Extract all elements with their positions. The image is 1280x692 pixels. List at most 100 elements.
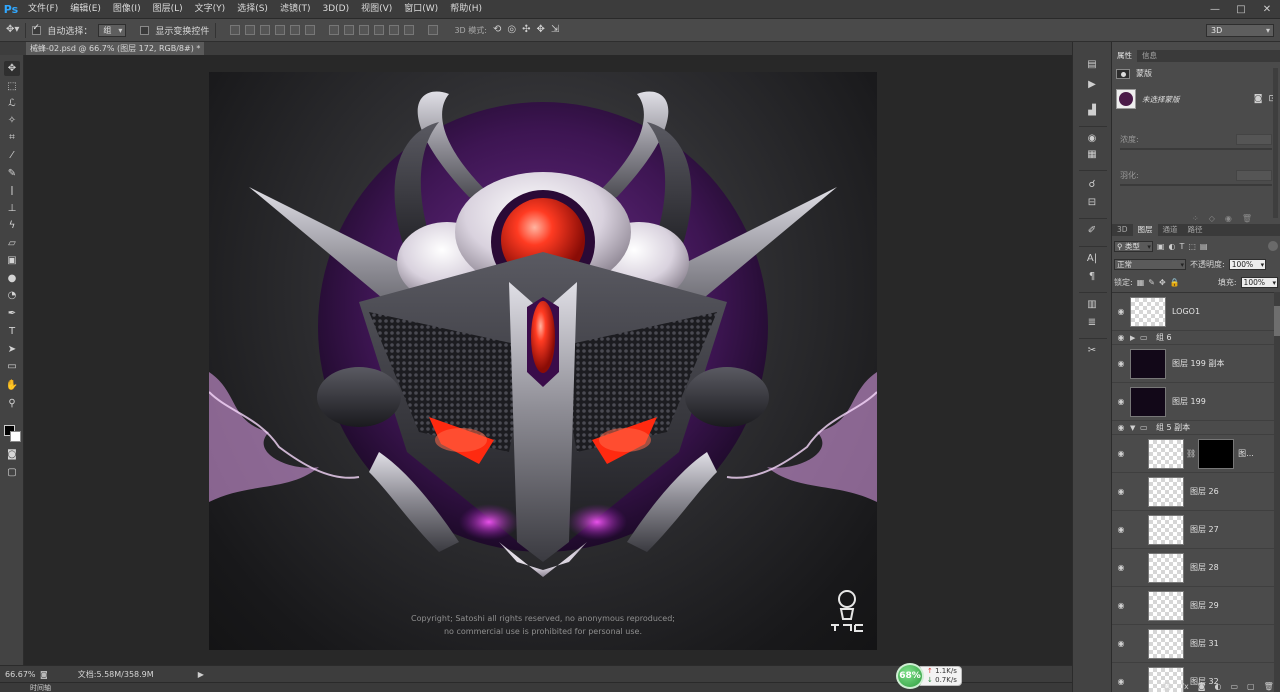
close-button[interactable]: ✕ xyxy=(1254,0,1280,19)
menu-image[interactable]: 图像(I) xyxy=(107,0,147,19)
3d-pan-icon[interactable]: ✣ xyxy=(522,25,530,35)
layer-row[interactable]: ◉ 图层 26 xyxy=(1112,473,1276,511)
menu-select[interactable]: 选择(S) xyxy=(231,0,274,19)
align-right-icon[interactable] xyxy=(305,25,316,35)
layer-row[interactable]: ◉ 图层 199 xyxy=(1112,383,1276,421)
menu-window[interactable]: 窗口(W) xyxy=(398,0,444,19)
hand-tool-icon[interactable]: ✋ xyxy=(4,378,20,393)
screen-mode-icon[interactable]: ▢ xyxy=(4,465,20,480)
lock-transparent-icon[interactable]: ▦ xyxy=(1137,278,1145,287)
align-vcenter-icon[interactable] xyxy=(245,25,256,35)
menu-view[interactable]: 视图(V) xyxy=(355,0,398,19)
blur-tool-icon[interactable]: ● xyxy=(4,271,20,286)
eye-icon[interactable]: ◉ xyxy=(1112,333,1130,342)
network-monitor-badge[interactable]: ↑ 1.1K/s ↓ 0.7K/s 68% xyxy=(896,663,966,689)
3d-rotate-icon[interactable]: ⟲ xyxy=(493,25,501,35)
add-mask-icon[interactable]: ◙ xyxy=(1198,682,1206,691)
menu-3d[interactable]: 3D(D) xyxy=(316,0,355,19)
lock-pixels-icon[interactable]: ✎ xyxy=(1148,278,1155,287)
filter-type-icon[interactable]: T xyxy=(1179,242,1184,251)
minimize-button[interactable]: — xyxy=(1202,0,1228,19)
history-brush-icon[interactable]: ϟ xyxy=(4,218,20,233)
filter-smart-icon[interactable]: ▤ xyxy=(1200,242,1208,251)
tab-paths[interactable]: 路径 xyxy=(1183,224,1208,236)
eye-icon[interactable]: ◉ xyxy=(1112,487,1130,496)
crop-tool-icon[interactable]: ⌗ xyxy=(4,130,20,145)
3d-slide-icon[interactable]: ✥ xyxy=(536,25,544,35)
toggle-mask-icon[interactable]: ◉ xyxy=(1225,214,1232,223)
tab-layers[interactable]: 图层 xyxy=(1132,224,1158,236)
notes-panel-icon[interactable]: ≣ xyxy=(1081,316,1103,330)
layer-row[interactable]: ◉ ⛓ 图... xyxy=(1112,435,1276,473)
tab-channels[interactable]: 通道 xyxy=(1158,224,1183,236)
tab-properties[interactable]: 属性 xyxy=(1112,50,1137,62)
brush-panel-icon[interactable]: ✐ xyxy=(1081,224,1103,238)
link-icon[interactable]: ⛓ xyxy=(1186,449,1196,458)
feather-slider[interactable]: 羽化: xyxy=(1120,170,1272,186)
layer-row[interactable]: ◉ 图层 27 xyxy=(1112,511,1276,549)
apply-mask-icon[interactable]: ◇ xyxy=(1209,214,1215,223)
chevron-down-icon[interactable]: ▼ xyxy=(1130,424,1140,432)
blend-mode-dropdown[interactable]: 正常 xyxy=(1114,258,1186,270)
eraser-icon[interactable]: ▱ xyxy=(4,236,20,251)
eye-icon[interactable]: ◉ xyxy=(1112,639,1130,648)
eye-icon[interactable]: ◉ xyxy=(1112,307,1130,316)
dodge-tool-icon[interactable]: ◔ xyxy=(4,288,20,303)
layer-group-row[interactable]: ◉ ▼ ▭ 组 5 副本 xyxy=(1112,421,1276,435)
menu-filter[interactable]: 滤镜(T) xyxy=(274,0,317,19)
marquee-tool-icon[interactable]: ⬚ xyxy=(4,79,20,94)
eye-icon[interactable]: ◉ xyxy=(1112,563,1130,572)
type-tool-icon[interactable]: T xyxy=(4,324,20,339)
swatches-panel-icon[interactable]: ▦ xyxy=(1081,148,1103,162)
eye-icon[interactable]: ◉ xyxy=(1112,525,1130,534)
chevron-right-icon[interactable]: ▶ xyxy=(1130,334,1140,342)
properties-scrollbar[interactable] xyxy=(1273,68,1278,218)
new-group-icon[interactable]: ▭ xyxy=(1230,682,1238,691)
zoom-level[interactable]: 66.67% xyxy=(2,670,38,679)
layer-row[interactable]: ◉ LOGO1 xyxy=(1112,293,1276,331)
artwork-canvas[interactable]: Copyright; Satoshi all rights reserved, … xyxy=(209,72,877,650)
align-bottom-icon[interactable] xyxy=(260,25,271,35)
healing-brush-icon[interactable]: ✎ xyxy=(4,166,20,181)
eye-icon[interactable]: ◉ xyxy=(1112,397,1130,406)
show-transform-checkbox[interactable] xyxy=(140,25,150,35)
background-color-swatch[interactable] xyxy=(10,431,21,442)
auto-align-icon[interactable] xyxy=(428,25,439,35)
lock-position-icon[interactable]: ✥ xyxy=(1159,278,1166,287)
gradient-tool-icon[interactable]: ▣ xyxy=(4,253,20,268)
brush-tool-icon[interactable]: ǀ xyxy=(4,183,20,198)
lasso-tool-icon[interactable]: ℒ xyxy=(4,96,20,111)
lock-all-icon[interactable]: 🔒 xyxy=(1170,278,1180,287)
layer-group-row[interactable]: ◉ ▶ ▭ 组 6 xyxy=(1112,331,1276,345)
eye-icon[interactable]: ◉ xyxy=(1112,359,1130,368)
move-tool-icon[interactable]: ✥▾ xyxy=(6,25,19,35)
align-left-icon[interactable] xyxy=(275,25,286,35)
eyedropper-icon[interactable]: ⁄ xyxy=(4,148,20,163)
pixel-mask-icon[interactable]: ◙ xyxy=(1254,94,1263,104)
timeline-tab[interactable]: 时间轴 xyxy=(30,683,51,692)
layers-scrollbar-thumb[interactable] xyxy=(1274,306,1280,336)
mask-thumbnail[interactable] xyxy=(1116,89,1136,109)
eye-icon[interactable]: ◉ xyxy=(1112,423,1130,432)
status-info-icon[interactable]: ◙ xyxy=(40,670,48,679)
filter-shape-icon[interactable]: ⬚ xyxy=(1188,242,1196,251)
menu-file[interactable]: 文件(F) xyxy=(22,0,64,19)
layer-row[interactable]: ◉ 图层 31 xyxy=(1112,625,1276,663)
layer-filter-dropdown[interactable]: ⚲ 类型 xyxy=(1114,240,1153,252)
adjustments-panel-icon[interactable]: ☌ xyxy=(1081,178,1103,192)
status-menu-arrow-icon[interactable]: ▶ xyxy=(198,670,204,679)
actions-panel-icon[interactable]: ▶ xyxy=(1081,78,1103,92)
menu-layer[interactable]: 图层(L) xyxy=(147,0,189,19)
auto-select-checkbox[interactable] xyxy=(32,23,42,35)
3d-scale-icon[interactable]: ⇲ xyxy=(551,25,559,35)
maximize-button[interactable]: □ xyxy=(1228,0,1254,19)
distribute-bottom-icon[interactable] xyxy=(359,25,370,35)
layers-scrollbar[interactable] xyxy=(1274,292,1280,692)
filter-toggle[interactable] xyxy=(1268,241,1278,251)
shape-tool-icon[interactable]: ▭ xyxy=(4,359,20,374)
opacity-value[interactable]: 100% xyxy=(1228,258,1267,270)
history-panel-icon[interactable]: ▤ xyxy=(1081,58,1103,72)
distribute-hcenter-icon[interactable] xyxy=(389,25,400,35)
move-tool-icon[interactable]: ✥ xyxy=(4,61,20,76)
quick-mask-icon[interactable]: ◙ xyxy=(4,447,20,462)
